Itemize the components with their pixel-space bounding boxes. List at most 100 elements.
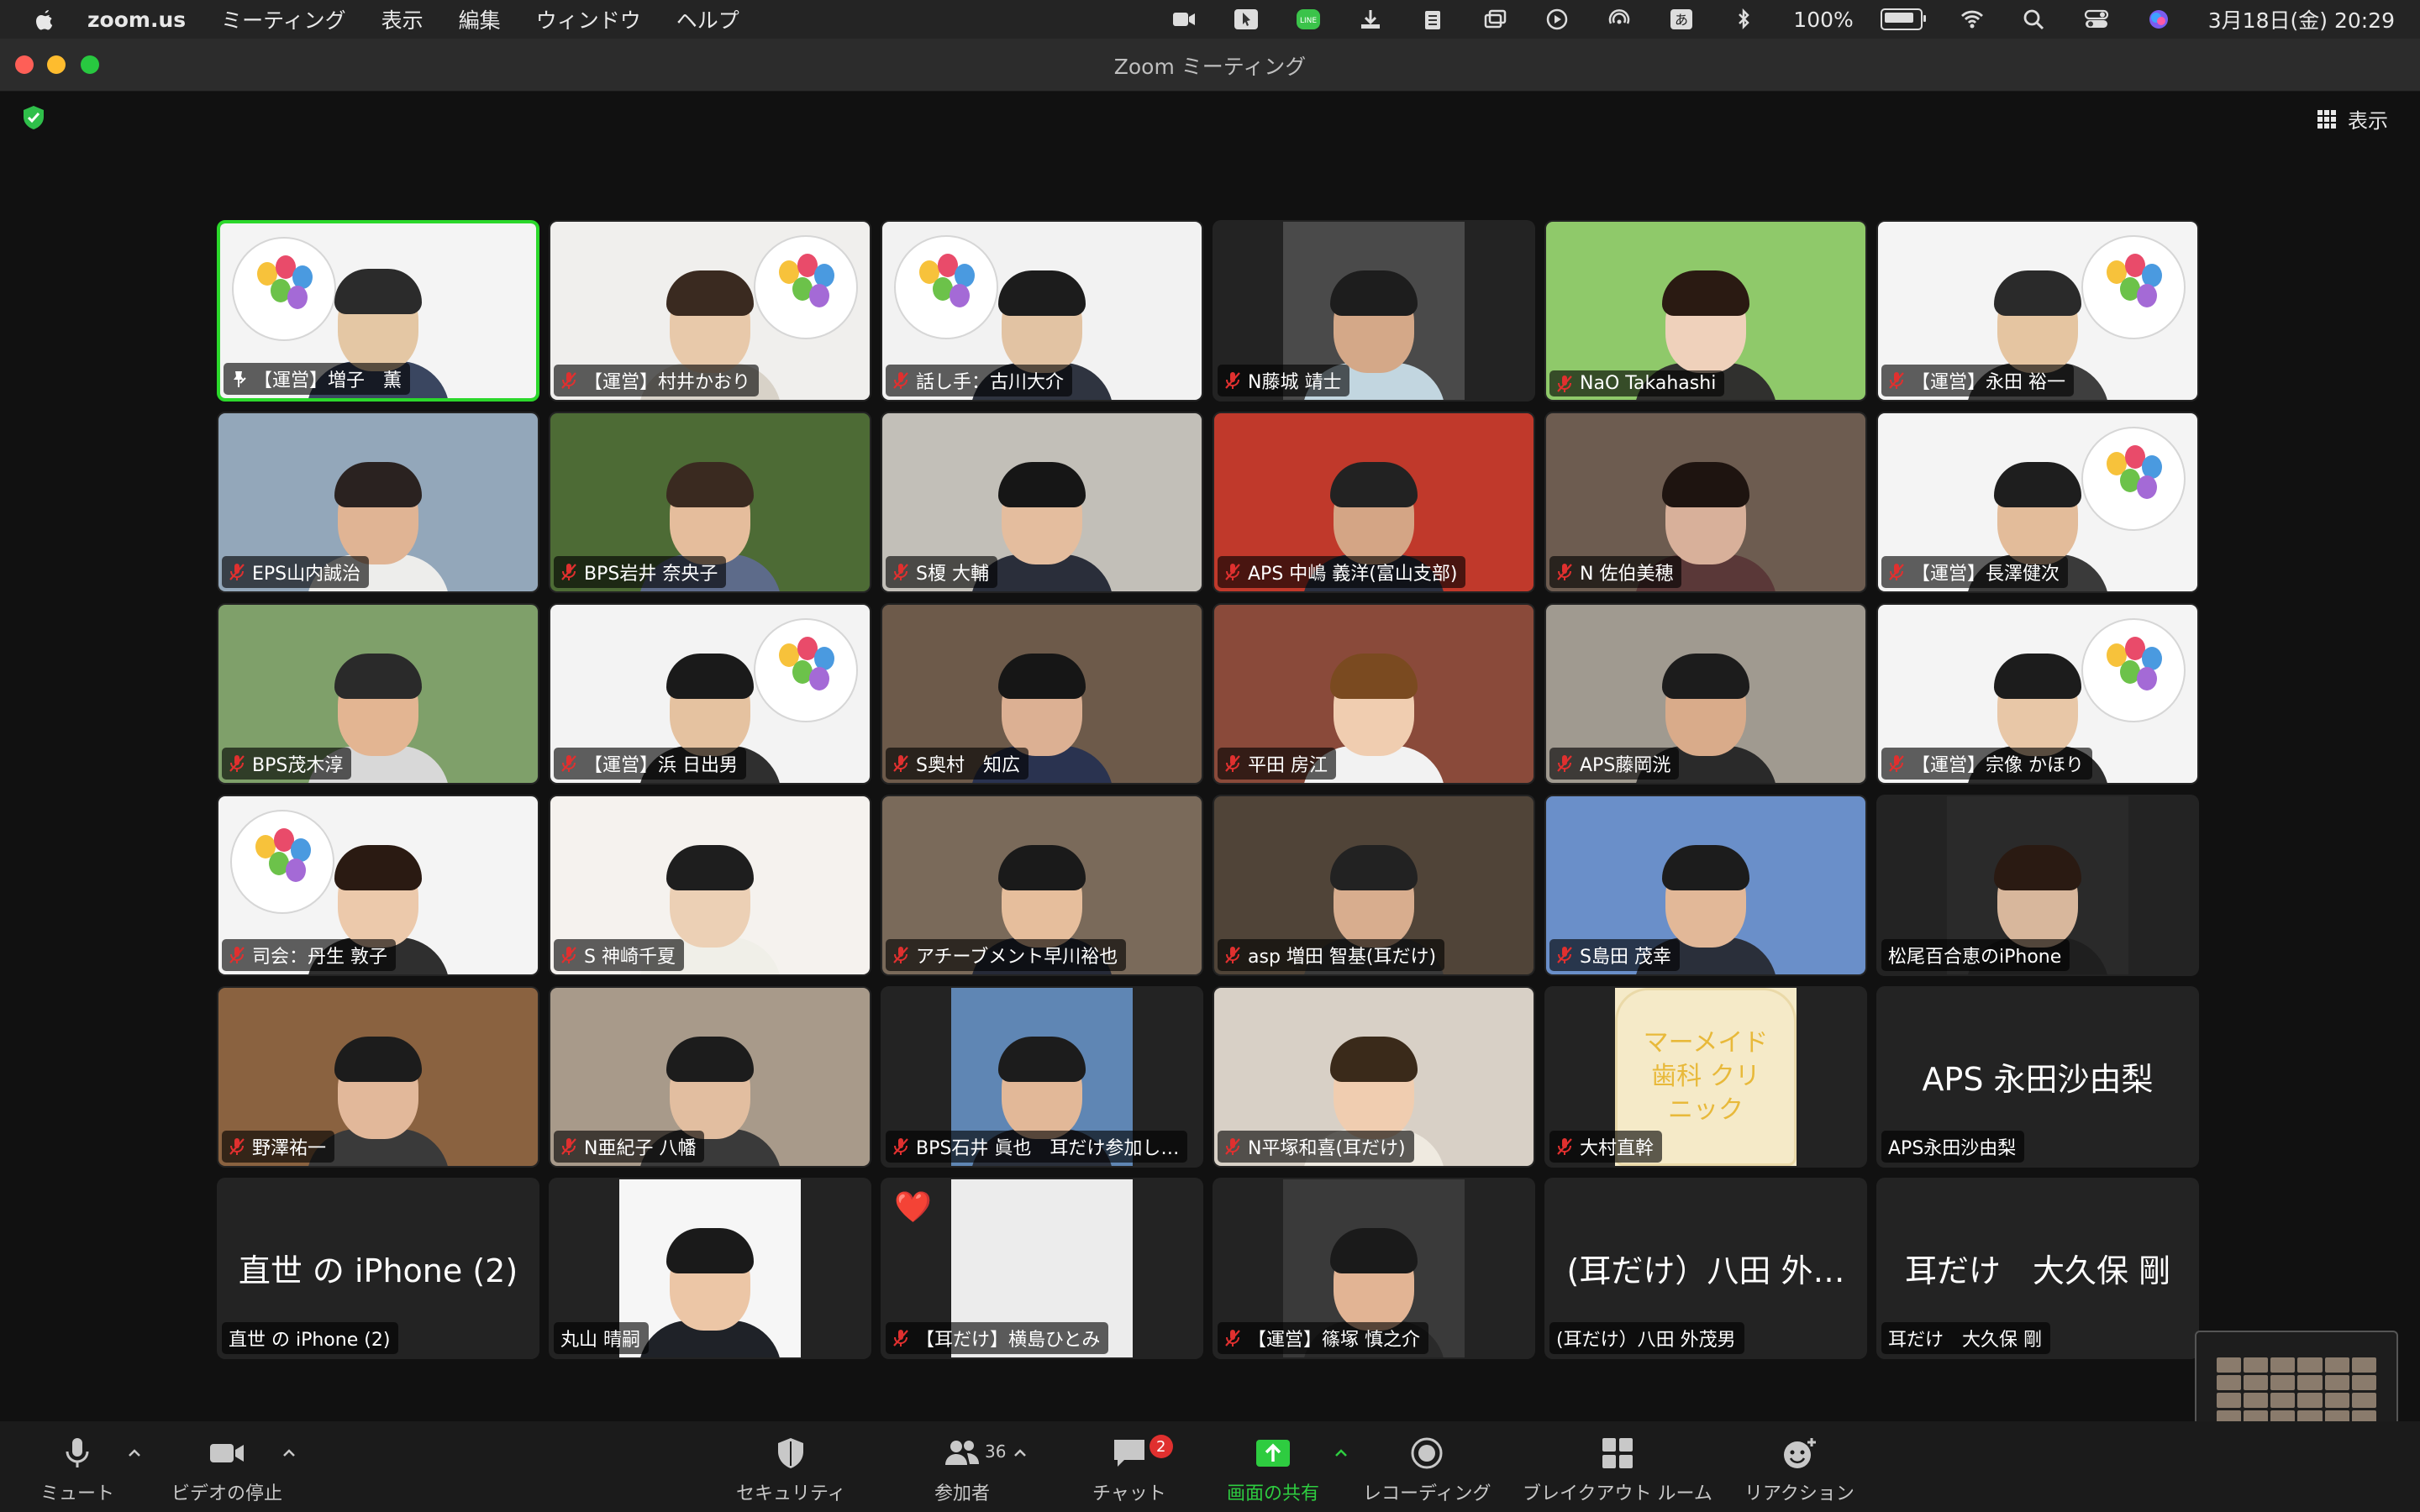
participant-tile[interactable]: 【運営】篠塚 慎之介 — [1213, 1178, 1535, 1359]
participant-name: 話し手：古川大介 — [916, 372, 1065, 393]
participant-name-tag: 【運営】永田 裕一 — [1881, 365, 2074, 396]
participant-name-tag: EPS山内誠治 — [222, 556, 370, 588]
mute-button[interactable]: ミュート — [40, 1436, 140, 1505]
chat-button[interactable]: 2 チャット — [1092, 1435, 1173, 1505]
participant-tile[interactable]: S榎 大輔 — [881, 412, 1203, 593]
stop-video-button[interactable]: ビデオの停止 — [171, 1436, 295, 1505]
battery-icon[interactable] — [1880, 8, 1926, 30]
participant-tile[interactable]: BPS茂木淳 — [217, 603, 539, 785]
participant-tile[interactable]: 野澤祐一 — [217, 986, 539, 1168]
meeting-controls-toolbar: ミュート ビデオの停止 セキュリティ 参加者 36 2 チャット 画面の共有 レ… — [0, 1421, 2420, 1512]
menu-view[interactable]: 表示 — [381, 4, 424, 34]
participant-name: APS藤岡洸 — [1580, 755, 1671, 776]
participant-tile[interactable]: (耳だけ）八田 外… (耳だけ）八田 外茂男 — [1544, 1178, 1867, 1359]
view-button-label: 表示 — [2348, 109, 2388, 133]
encryption-shield-icon[interactable] — [20, 104, 47, 131]
participant-tile[interactable]: BPS岩井 奈央子 — [549, 412, 871, 593]
participant-tile[interactable]: 【運営】村井かおり — [549, 220, 871, 402]
input-method-icon[interactable]: あ — [1669, 8, 1694, 30]
chevron-up-icon[interactable] — [126, 1445, 143, 1462]
reactions-button[interactable]: リアクション — [1744, 1436, 1854, 1505]
muted-mic-icon — [1557, 755, 1572, 772]
participant-tile[interactable]: 【運営】長澤健次 — [1876, 412, 2199, 593]
view-button[interactable]: 表示 — [2317, 104, 2388, 134]
participant-name: 【運営】永田 裕一 — [1912, 372, 2065, 393]
menu-clock[interactable]: 3月18日(金) 20:29 — [2208, 4, 2395, 34]
participant-tile[interactable]: N亜紀子 八幡 — [549, 986, 871, 1168]
muted-mic-icon — [1889, 564, 1904, 580]
participant-tile[interactable]: S奥村 知広 — [881, 603, 1203, 785]
record-button[interactable]: レコーディング — [1363, 1436, 1491, 1505]
participant-name-tag: 【運営】増子 薫 — [224, 363, 411, 395]
participant-tile[interactable]: アチーブメント早川裕也 — [881, 795, 1203, 976]
download-icon[interactable] — [1358, 8, 1383, 30]
menu-meeting[interactable]: ミーティング — [221, 4, 346, 34]
siri-icon[interactable] — [2146, 8, 2171, 30]
participant-name: 【運営】宗像 かほり — [1912, 755, 2084, 776]
play-icon[interactable] — [1544, 8, 1570, 30]
participant-tile[interactable]: N 佐伯美穂 — [1544, 412, 1867, 593]
breakout-rooms-button[interactable]: ブレイクアウト ルーム — [1523, 1436, 1712, 1505]
participant-name: 司会：丹生 敦子 — [252, 947, 387, 968]
participant-tile[interactable]: N藤城 靖士 — [1213, 220, 1535, 402]
chevron-up-icon[interactable] — [1333, 1445, 1349, 1462]
line-icon[interactable]: LINE — [1296, 8, 1321, 30]
airdrop-icon[interactable] — [1607, 8, 1632, 30]
participant-tile[interactable]: 耳だけ 大久保 剛耳だけ 大久保 剛 — [1876, 1178, 2199, 1359]
participant-tile[interactable]: 直世 の iPhone (2) 直世 の iPhone (2) — [217, 1178, 539, 1359]
apple-logo-icon[interactable] — [32, 7, 57, 32]
chevron-up-icon[interactable] — [281, 1445, 297, 1462]
spotlight-search-icon[interactable] — [2022, 8, 2047, 30]
participant-tile[interactable]: ❤️ 【耳だけ】横島ひとみ — [881, 1178, 1203, 1359]
share-label: 画面の共有 — [1227, 1483, 1320, 1504]
participant-tile[interactable]: 【運営】永田 裕一 — [1876, 220, 2199, 402]
participant-tile[interactable]: 【運営】浜 日出男 — [549, 603, 871, 785]
participant-tile[interactable]: asp 増田 智基(耳だけ) — [1213, 795, 1535, 976]
muted-mic-icon — [893, 1330, 908, 1347]
video-label: ビデオの停止 — [171, 1483, 283, 1504]
participant-tile[interactable]: 【運営】増子 薫 — [217, 220, 539, 402]
participant-tile[interactable]: APS 永田沙由梨 APS永田沙由梨 — [1876, 986, 2199, 1168]
participant-name-tag: N藤城 靖士 — [1218, 365, 1350, 396]
participant-tile[interactable]: BPS石井 眞也 耳だけ参加し… — [881, 986, 1203, 1168]
video-camera-icon — [210, 1444, 244, 1462]
participant-name: S 神崎千夏 — [584, 947, 676, 968]
chevron-up-icon[interactable] — [1012, 1445, 1028, 1462]
participants-button[interactable]: 参加者 36 — [934, 1436, 1026, 1505]
participant-tile[interactable]: 話し手：古川大介 — [881, 220, 1203, 402]
participant-tile[interactable]: 【運営】宗像 かほり — [1876, 603, 2199, 785]
ime-label: あ — [1675, 12, 1688, 28]
muted-mic-icon — [1225, 1330, 1240, 1347]
participant-tile[interactable]: N平塚和喜(耳だけ) — [1213, 986, 1535, 1168]
participant-tile[interactable]: 丸山 晴嗣 — [549, 1178, 871, 1359]
participant-tile[interactable]: APS 中嶋 義洋(富山支部) — [1213, 412, 1535, 593]
participant-tile[interactable]: S島田 茂幸 — [1544, 795, 1867, 976]
menu-app-name[interactable]: zoom.us — [87, 8, 186, 32]
heart-reaction: ❤️ — [894, 1190, 932, 1225]
clipboard-icon[interactable] — [1420, 8, 1445, 30]
zoom-status-icon[interactable] — [1171, 8, 1197, 30]
security-button[interactable]: セキュリティ — [736, 1436, 846, 1505]
windows-icon[interactable] — [1482, 8, 1507, 30]
participant-name-tag: (耳だけ）八田 外茂男 — [1549, 1322, 1744, 1354]
menu-help[interactable]: ヘルプ — [676, 4, 739, 34]
security-label: セキュリティ — [736, 1483, 846, 1504]
participant-tile[interactable]: 松尾百合恵のiPhone — [1876, 795, 2199, 976]
participant-tile[interactable]: 司会：丹生 敦子 — [217, 795, 539, 976]
participant-tile[interactable]: APS藤岡洸 — [1544, 603, 1867, 785]
participant-tile[interactable]: S 神崎千夏 — [549, 795, 871, 976]
participant-tile[interactable]: 平田 房江 — [1213, 603, 1535, 785]
muted-mic-icon — [1225, 1138, 1240, 1155]
participant-name-tag: 【耳だけ】横島ひとみ — [886, 1322, 1109, 1354]
control-center-icon[interactable] — [2084, 8, 2109, 30]
wifi-icon[interactable] — [1960, 8, 1985, 30]
participant-name-tag: 【運営】篠塚 慎之介 — [1218, 1322, 1428, 1354]
bluetooth-icon[interactable] — [1731, 8, 1756, 30]
participant-tile[interactable]: EPS山内誠治 — [217, 412, 539, 593]
participant-tile[interactable]: NaO Takahashi — [1544, 220, 1867, 402]
participant-tile[interactable]: マーメイド歯科 クリニック 大村直幹 — [1544, 986, 1867, 1168]
menu-edit[interactable]: 編集 — [459, 4, 501, 34]
cursor-tool-icon[interactable] — [1234, 8, 1259, 30]
menu-window[interactable]: ウィンドウ — [536, 4, 641, 34]
share-screen-button[interactable]: 画面の共有 — [1227, 1436, 1347, 1505]
